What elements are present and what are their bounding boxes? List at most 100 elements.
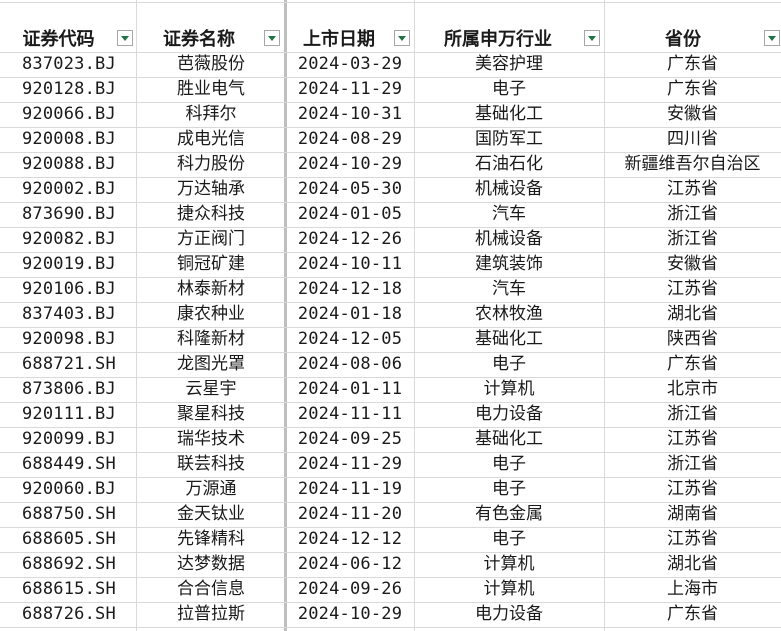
cell-code[interactable]: 920128.BJ [0,77,136,102]
table-row[interactable]: 920098.BJ 科隆新材 2024-12-05 基础化工 陕西省 [0,327,781,352]
cell-province[interactable]: 安徽省 [604,252,781,277]
cell-date[interactable]: 2024-12-26 [286,227,414,252]
cell-name[interactable]: 先锋精科 [136,527,286,552]
table-row[interactable]: 920066.BJ 科拜尔 2024-10-31 基础化工 安徽省 [0,102,781,127]
cell-code[interactable]: 920066.BJ [0,102,136,127]
cell-name[interactable]: 合合信息 [136,577,286,602]
cell-code[interactable]: 920106.BJ [0,277,136,302]
cell-name[interactable]: 科隆新材 [136,327,286,352]
cell-province[interactable]: 四川省 [604,127,781,152]
cell-code[interactable]: 688615.SH [0,577,136,602]
cell-date[interactable]: 2024-12-05 [286,327,414,352]
cell-name[interactable]: 万达轴承 [136,177,286,202]
header-date[interactable]: 上市日期 [286,27,392,52]
cell-date[interactable]: 2024-01-05 [286,202,414,227]
table-row[interactable]: 688615.SH 合合信息 2024-09-26 计算机 上海市 [0,577,781,602]
cell-industry[interactable]: 计算机 [414,552,604,577]
cell-code[interactable]: 688750.SH [0,502,136,527]
cell-province[interactable]: 湖南省 [604,502,781,527]
cell-date[interactable]: 2024-11-19 [286,477,414,502]
table-row[interactable]: 837403.BJ 康农种业 2024-01-18 农林牧渔 湖北省 [0,302,781,327]
cell-province[interactable]: 广东省 [604,352,781,377]
cell-province[interactable]: 广东省 [604,52,781,77]
cell-province[interactable]: 江苏省 [604,277,781,302]
cell-name[interactable]: 芭薇股份 [136,52,286,77]
table-row[interactable]: 920106.BJ 林泰新材 2024-12-18 汽车 江苏省 [0,277,781,302]
cell-province[interactable]: 广东省 [604,602,781,627]
cell-province[interactable]: 上海市 [604,577,781,602]
cell-date[interactable]: 2024-09-26 [286,577,414,602]
cell-province[interactable]: 浙江省 [604,402,781,427]
cell-code[interactable]: 688692.SH [0,552,136,577]
cell-date[interactable]: 2024-06-12 [286,552,414,577]
cell-code[interactable]: 920002.BJ [0,177,136,202]
cell-code[interactable]: 920082.BJ [0,227,136,252]
cell-industry[interactable]: 机械设备 [414,227,604,252]
cell-industry[interactable]: 国防军工 [414,127,604,152]
cell-date[interactable]: 2024-03-29 [286,52,414,77]
cell-name[interactable]: 联芸科技 [136,452,286,477]
table-row[interactable]: 920060.BJ 万源通 2024-11-19 电子 江苏省 [0,477,781,502]
cell-code[interactable]: 920008.BJ [0,127,136,152]
cell-name[interactable]: 成电光信 [136,127,286,152]
cell-code[interactable]: 873690.BJ [0,202,136,227]
cell-industry[interactable]: 计算机 [414,377,604,402]
cell-industry[interactable]: 电力设备 [414,602,604,627]
cell-name[interactable]: 科力股份 [136,152,286,177]
cell-province[interactable]: 江苏省 [604,427,781,452]
table-row[interactable]: 688721.SH 龙图光罩 2024-08-06 电子 广东省 [0,352,781,377]
cell-date[interactable]: 2024-08-06 [286,352,414,377]
cell-province[interactable]: 陕西省 [604,327,781,352]
cell-industry[interactable]: 电子 [414,477,604,502]
cell-name[interactable]: 铜冠矿建 [136,252,286,277]
cell-code[interactable]: 920019.BJ [0,252,136,277]
cell-code[interactable]: 920088.BJ [0,152,136,177]
cell-industry[interactable]: 电子 [414,452,604,477]
cell-name[interactable]: 康农种业 [136,302,286,327]
filter-dropdown-icon[interactable] [584,30,600,46]
header-code[interactable]: 证券代码 [0,27,117,52]
cell-industry[interactable]: 机械设备 [414,177,604,202]
header-name[interactable]: 证券名称 [136,27,262,52]
cell-industry[interactable]: 电子 [414,77,604,102]
cell-name[interactable]: 胜业电气 [136,77,286,102]
filter-dropdown-icon[interactable] [117,30,133,46]
cell-code[interactable]: 837403.BJ [0,302,136,327]
table-row[interactable]: 920099.BJ 瑞华技术 2024-09-25 基础化工 江苏省 [0,427,781,452]
cell-name[interactable]: 龙图光罩 [136,352,286,377]
filter-dropdown-icon[interactable] [764,30,780,46]
cell-name[interactable]: 拉普拉斯 [136,602,286,627]
cell-date[interactable]: 2024-09-25 [286,427,414,452]
cell-date[interactable]: 2024-01-18 [286,302,414,327]
table-row[interactable]: 688605.SH 先锋精科 2024-12-12 电子 江苏省 [0,527,781,552]
cell-province[interactable]: 浙江省 [604,452,781,477]
spreadsheet-grid[interactable]: 证券代码 证券名称 上市日期 所属申万行业 省份 837023.BJ 芭薇股份 20… [0,0,781,631]
cell-date[interactable]: 2024-12-18 [286,277,414,302]
cell-province[interactable]: 江苏省 [604,477,781,502]
cell-date[interactable]: 2024-10-11 [286,252,414,277]
cell-industry[interactable]: 基础化工 [414,102,604,127]
header-industry[interactable]: 所属申万行业 [414,27,582,52]
cell-date[interactable]: 2024-01-11 [286,377,414,402]
cell-province[interactable]: 安徽省 [604,102,781,127]
cell-industry[interactable]: 有色金属 [414,502,604,527]
cell-code[interactable]: 688605.SH [0,527,136,552]
cell-industry[interactable]: 基础化工 [414,327,604,352]
cell-name[interactable]: 达梦数据 [136,552,286,577]
cell-name[interactable]: 方正阀门 [136,227,286,252]
cell-code[interactable]: 873806.BJ [0,377,136,402]
cell-industry[interactable]: 石油石化 [414,152,604,177]
cell-name[interactable]: 林泰新材 [136,277,286,302]
cell-industry[interactable]: 美容护理 [414,52,604,77]
cell-date[interactable]: 2024-12-12 [286,527,414,552]
cell-code[interactable]: 920111.BJ [0,402,136,427]
header-province[interactable]: 省份 [604,27,762,52]
cell-code[interactable]: 688721.SH [0,352,136,377]
cell-name[interactable]: 金天钛业 [136,502,286,527]
cell-industry[interactable]: 电力设备 [414,402,604,427]
cell-name[interactable]: 万源通 [136,477,286,502]
table-row[interactable]: 873806.BJ 云星宇 2024-01-11 计算机 北京市 [0,377,781,402]
cell-date[interactable]: 2024-10-29 [286,602,414,627]
cell-date[interactable]: 2024-11-29 [286,77,414,102]
cell-province[interactable]: 江苏省 [604,177,781,202]
